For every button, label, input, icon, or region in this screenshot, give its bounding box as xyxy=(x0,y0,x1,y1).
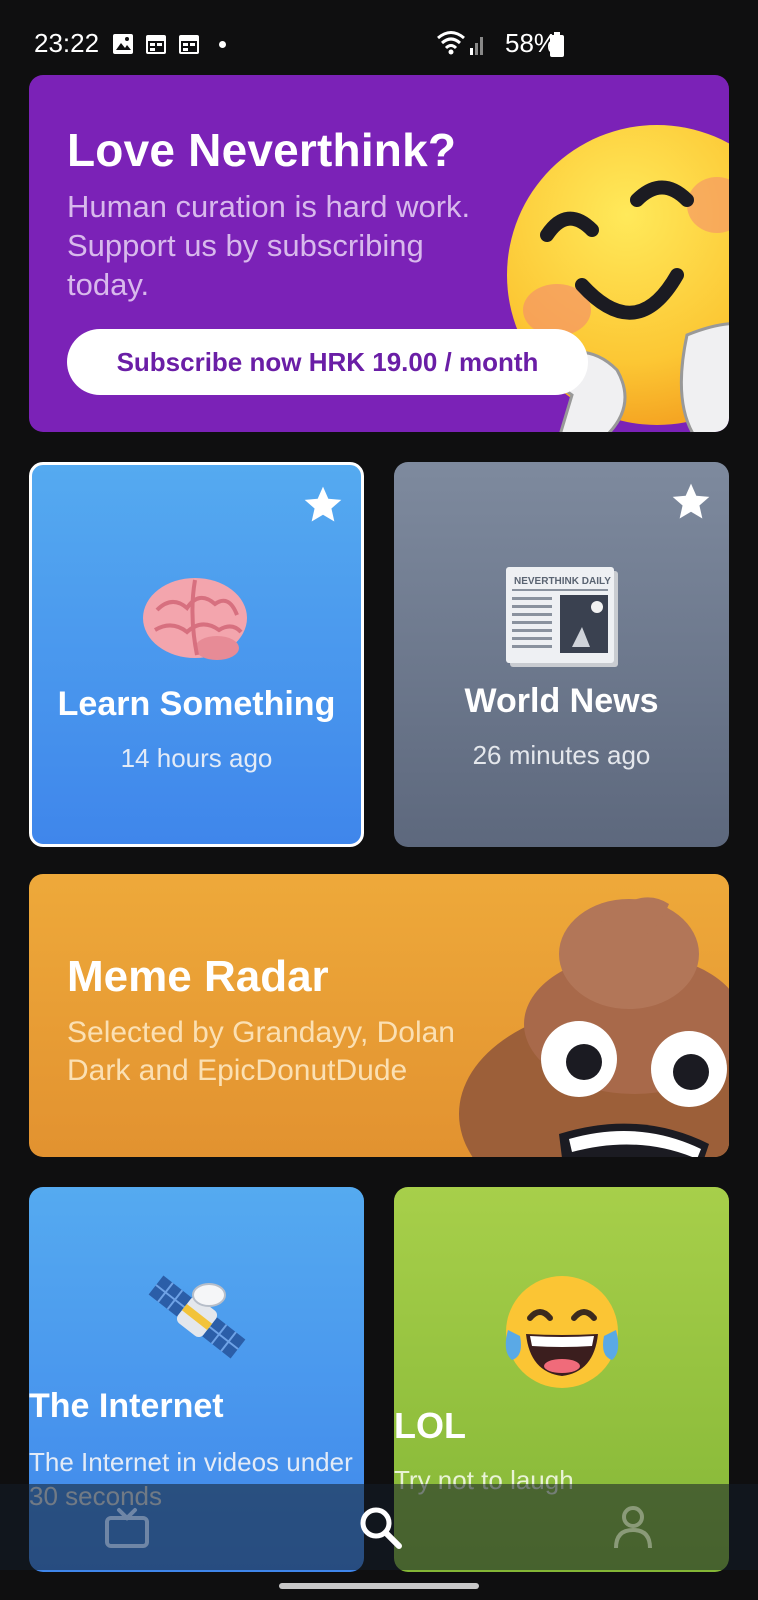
channel-card-meme-radar[interactable]: Meme Radar Selected by Grandayy, Dolan D… xyxy=(29,874,729,1157)
gallery-icon xyxy=(113,34,133,54)
channel-title: World News xyxy=(464,682,659,720)
channel-description: Selected by Grandayy, Dolan Dark and Epi… xyxy=(67,1016,455,1087)
subscribe-button[interactable]: Subscribe now HRK 19.00 / month xyxy=(67,329,588,395)
satellite-icon xyxy=(148,1275,245,1359)
wifi-signal-icon xyxy=(437,31,483,55)
channel-updated: 14 hours ago xyxy=(120,743,273,773)
search-icon[interactable] xyxy=(355,1502,405,1552)
channel-title: LOL xyxy=(394,1405,466,1446)
notification-dot xyxy=(219,41,226,48)
battery-icon xyxy=(550,32,564,57)
channel-title: Meme Radar xyxy=(67,952,329,1001)
calendar-icon xyxy=(179,35,199,54)
brain-icon xyxy=(142,578,247,660)
promo-text: Human curation is hard work. Support us … xyxy=(67,189,471,302)
channel-updated: 26 minutes ago xyxy=(472,740,651,770)
channel-card-world-news[interactable]: NEVERTHINK DAILY World News 26 minutes a… xyxy=(394,462,729,847)
tv-icon[interactable] xyxy=(102,1502,152,1552)
status-bar: 23:22 58% xyxy=(0,0,758,75)
tears-of-joy-icon xyxy=(505,1276,618,1388)
newspaper-icon: NEVERTHINK DAILY xyxy=(505,567,618,667)
profile-icon[interactable] xyxy=(608,1502,658,1552)
subscribe-promo-card: Love Neverthink? Human curation is hard … xyxy=(29,75,729,432)
promo-title: Love Neverthink? xyxy=(67,124,457,176)
status-time: 23:22 xyxy=(34,28,100,58)
channel-card-learn-something[interactable]: Learn Something 14 hours ago xyxy=(29,462,364,847)
newspaper-masthead: NEVERTHINK DAILY xyxy=(514,576,611,587)
channel-title: Learn Something xyxy=(57,685,336,723)
home-indicator[interactable] xyxy=(279,1583,479,1589)
channel-title: The Internet xyxy=(29,1387,224,1425)
calendar-icon xyxy=(146,35,166,54)
star-icon[interactable] xyxy=(669,480,713,524)
bottom-nav xyxy=(0,1484,758,1570)
star-icon[interactable] xyxy=(301,483,345,527)
